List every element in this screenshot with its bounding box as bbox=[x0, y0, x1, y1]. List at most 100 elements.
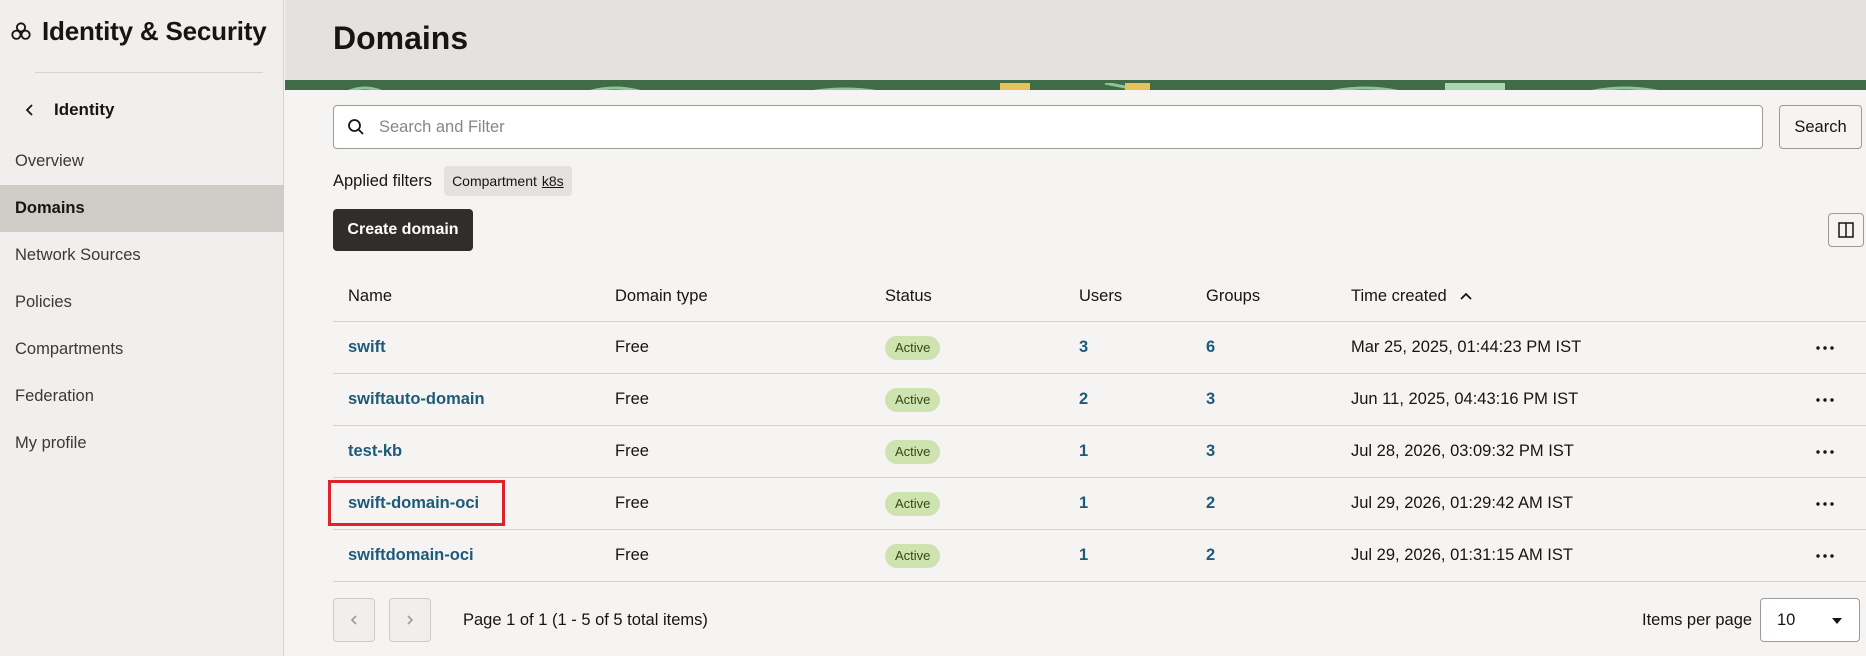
time-created: Jul 29, 2026, 01:31:15 AM IST bbox=[1351, 546, 1573, 564]
domain-type: Free bbox=[615, 494, 649, 512]
chevron-left-icon bbox=[350, 615, 357, 625]
header-banner bbox=[285, 80, 1866, 90]
search-input[interactable] bbox=[379, 117, 1729, 137]
back-label: Identity bbox=[54, 100, 115, 119]
column-header-users[interactable]: Users bbox=[1079, 272, 1122, 321]
sidebar-nav: Overview Domains Network Sources Policie… bbox=[0, 138, 284, 467]
kebab-icon[interactable] bbox=[1813, 492, 1837, 516]
sidebar-item-policies[interactable]: Policies bbox=[0, 279, 284, 326]
domain-type: Free bbox=[615, 338, 649, 356]
chevron-right-icon bbox=[407, 615, 414, 625]
status-badge: Active bbox=[885, 335, 941, 360]
table-row: swift-domain-oci Free Active 1 2 Jul 29,… bbox=[333, 478, 1866, 530]
search-button[interactable]: Search bbox=[1779, 105, 1862, 149]
users-count-link[interactable]: 2 bbox=[1079, 374, 1088, 425]
search-box bbox=[333, 105, 1763, 149]
groups-count-link[interactable]: 2 bbox=[1206, 478, 1215, 529]
column-header-time-created-label: Time created bbox=[1351, 287, 1447, 305]
brand: Identity & Security bbox=[10, 16, 267, 47]
time-created: Jun 11, 2025, 04:43:16 PM IST bbox=[1351, 390, 1579, 408]
sidebar: Identity & Security Identity Overview Do… bbox=[0, 0, 284, 656]
brand-title: Identity & Security bbox=[42, 16, 267, 46]
domain-type: Free bbox=[615, 442, 649, 460]
filter-chip-key: Compartment bbox=[452, 173, 537, 189]
next-page-button[interactable] bbox=[389, 598, 431, 642]
groups-count-link[interactable]: 3 bbox=[1206, 374, 1215, 425]
table-header: Name Domain type Status Users Groups Tim… bbox=[333, 272, 1866, 322]
status-cell: Active bbox=[885, 374, 941, 425]
status-cell: Active bbox=[885, 426, 941, 477]
table-row: swiftdomain-oci Free Active 1 2 Jul 29, … bbox=[333, 530, 1866, 582]
column-header-name[interactable]: Name bbox=[348, 272, 392, 321]
sidebar-item-my-profile[interactable]: My profile bbox=[0, 420, 284, 467]
page-title: Domains bbox=[333, 20, 469, 56]
items-per-page-label: Items per page bbox=[1642, 611, 1753, 629]
applied-filters-label: Applied filters bbox=[333, 171, 433, 190]
domain-type: Free bbox=[615, 546, 649, 564]
sidebar-item-domains[interactable]: Domains bbox=[0, 185, 284, 232]
domain-name-link[interactable]: swiftauto-domain bbox=[348, 374, 485, 425]
kebab-icon[interactable] bbox=[1813, 336, 1837, 360]
sidebar-item-federation[interactable]: Federation bbox=[0, 373, 284, 420]
domain-name-link[interactable]: swiftdomain-oci bbox=[348, 530, 474, 581]
domain-type: Free bbox=[615, 390, 649, 408]
column-header-status[interactable]: Status bbox=[885, 272, 932, 321]
back-to-identity-link[interactable]: Identity bbox=[22, 100, 114, 120]
previous-page-button[interactable] bbox=[333, 598, 375, 642]
filter-chip-value[interactable]: k8s bbox=[542, 173, 564, 189]
time-created: Jul 29, 2026, 01:29:42 AM IST bbox=[1351, 494, 1573, 512]
column-header-time-created[interactable]: Time created bbox=[1351, 272, 1473, 321]
domain-name-link[interactable]: swift bbox=[348, 322, 386, 373]
row-actions-cell bbox=[1813, 426, 1837, 477]
search-icon bbox=[348, 119, 364, 135]
status-badge: Active bbox=[885, 387, 941, 412]
kebab-icon[interactable] bbox=[1813, 388, 1837, 412]
oci-logo-icon bbox=[11, 21, 31, 40]
filter-chip-compartment[interactable]: Compartment k8s bbox=[444, 166, 572, 196]
status-badge: Active bbox=[885, 491, 941, 516]
items-per-page-select[interactable]: 10 bbox=[1760, 598, 1860, 642]
table-row: swift Free Active 3 6 Mar 25, 2025, 01:4… bbox=[333, 322, 1866, 374]
columns-icon bbox=[1838, 222, 1854, 238]
status-badge: Active bbox=[885, 439, 941, 464]
row-actions-cell bbox=[1813, 374, 1837, 425]
sidebar-item-compartments[interactable]: Compartments bbox=[0, 326, 284, 373]
status-cell: Active bbox=[885, 530, 941, 581]
status-cell: Active bbox=[885, 322, 941, 373]
create-domain-button[interactable]: Create domain bbox=[333, 209, 473, 251]
page-info: Page 1 of 1 (1 - 5 of 5 total items) bbox=[463, 611, 708, 629]
groups-count-link[interactable]: 3 bbox=[1206, 426, 1215, 477]
users-count-link[interactable]: 1 bbox=[1079, 530, 1088, 581]
applied-filters: Applied filters Compartment k8s bbox=[333, 166, 572, 196]
kebab-icon[interactable] bbox=[1813, 440, 1837, 464]
table-row: test-kb Free Active 1 3 Jul 28, 2026, 03… bbox=[333, 426, 1866, 478]
sidebar-item-network-sources[interactable]: Network Sources bbox=[0, 232, 284, 279]
groups-count-link[interactable]: 6 bbox=[1206, 322, 1215, 373]
status-cell: Active bbox=[885, 478, 941, 529]
domain-name-link[interactable]: swift-domain-oci bbox=[348, 478, 479, 529]
sidebar-divider bbox=[35, 72, 263, 73]
groups-count-link[interactable]: 2 bbox=[1206, 530, 1215, 581]
row-actions-cell bbox=[1813, 530, 1837, 581]
chevron-left-icon bbox=[25, 104, 33, 116]
page-header: Domains bbox=[285, 0, 1866, 80]
table-row: swiftauto-domain Free Active 2 3 Jun 11,… bbox=[333, 374, 1866, 426]
time-created: Mar 25, 2025, 01:44:23 PM IST bbox=[1351, 338, 1582, 356]
caret-down-icon bbox=[1832, 618, 1842, 624]
users-count-link[interactable]: 1 bbox=[1079, 478, 1088, 529]
columns-toggle-button[interactable] bbox=[1828, 213, 1864, 247]
time-created: Jul 28, 2026, 03:09:32 PM IST bbox=[1351, 442, 1574, 460]
column-header-groups[interactable]: Groups bbox=[1206, 272, 1260, 321]
users-count-link[interactable]: 1 bbox=[1079, 426, 1088, 477]
row-actions-cell bbox=[1813, 478, 1837, 529]
status-badge: Active bbox=[885, 543, 941, 568]
column-header-domain-type[interactable]: Domain type bbox=[615, 272, 708, 321]
users-count-link[interactable]: 3 bbox=[1079, 322, 1088, 373]
sidebar-item-overview[interactable]: Overview bbox=[0, 138, 284, 185]
items-per-page-value: 10 bbox=[1777, 610, 1796, 629]
sort-up-icon bbox=[1460, 292, 1472, 300]
kebab-icon[interactable] bbox=[1813, 544, 1837, 568]
row-actions-cell bbox=[1813, 322, 1837, 373]
domains-table: Name Domain type Status Users Groups Tim… bbox=[333, 272, 1866, 582]
domain-name-link[interactable]: test-kb bbox=[348, 426, 402, 477]
